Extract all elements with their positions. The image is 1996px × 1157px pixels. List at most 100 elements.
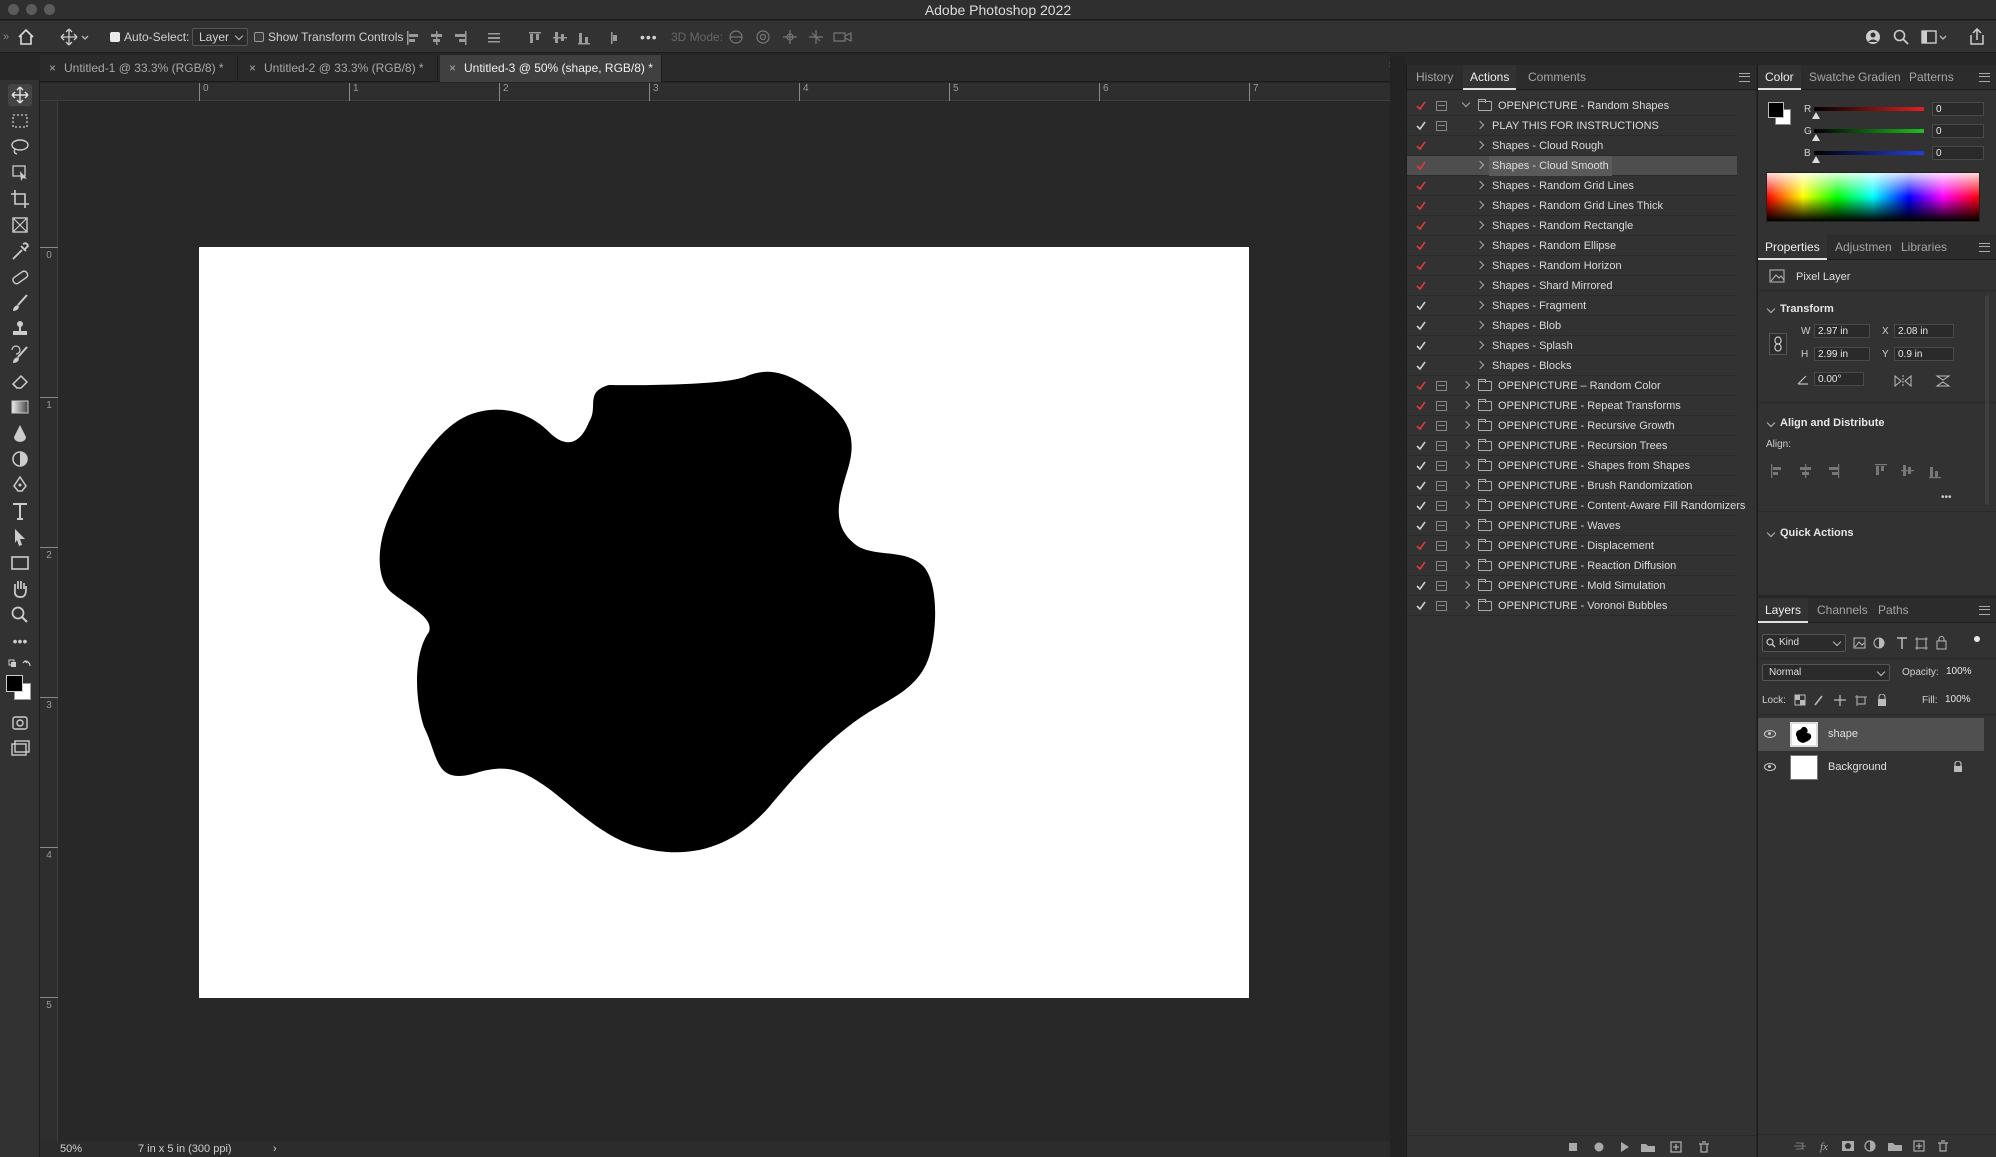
expand-chevron-icon[interactable]: [1475, 340, 1485, 350]
status-arrow[interactable]: ›: [273, 1141, 277, 1157]
rotation-angle-field[interactable]: 0.00°: [1814, 372, 1864, 386]
expand-chevron-icon[interactable]: [1475, 300, 1485, 310]
toggle-item-checkmark-icon[interactable]: [1415, 296, 1427, 316]
marquee-tool-icon[interactable]: [8, 110, 32, 132]
expand-chevron-icon[interactable]: [1461, 480, 1471, 490]
expand-chevron-icon[interactable]: [1475, 160, 1485, 170]
dialog-toggle-icon[interactable]: [1436, 541, 1447, 551]
search-icon[interactable]: [1893, 29, 1909, 45]
expand-chevron-icon[interactable]: [1475, 260, 1485, 270]
layer-row-shape[interactable]: shape: [1758, 718, 1984, 751]
workspace-icon[interactable]: [1921, 29, 1947, 45]
more-options-icon[interactable]: •••: [640, 21, 658, 53]
history-brush-tool-icon[interactable]: [8, 344, 32, 366]
expand-chevron-icon[interactable]: [1475, 280, 1485, 290]
dodge-tool-icon[interactable]: [8, 448, 32, 470]
toggle-item-checkmark-icon[interactable]: [1415, 356, 1427, 376]
type-tool-icon[interactable]: [8, 500, 32, 522]
dialog-toggle-icon[interactable]: [1436, 421, 1447, 431]
dialog-toggle-icon[interactable]: [1436, 461, 1447, 471]
screen-mode-icon[interactable]: [8, 738, 32, 760]
close-tab-icon[interactable]: ×: [49, 55, 56, 82]
slider-handle[interactable]: [1812, 134, 1820, 141]
close-tab-icon[interactable]: ×: [249, 55, 256, 82]
brush-tool-icon[interactable]: [8, 292, 32, 314]
close-window-button[interactable]: [8, 4, 19, 15]
expand-chevron-icon[interactable]: [1475, 120, 1485, 130]
toggle-item-checkmark-icon[interactable]: [1415, 156, 1427, 176]
action-row[interactable]: Shapes - Splash: [1407, 336, 1737, 356]
auto-select-target-dropdown[interactable]: Layer: [192, 28, 249, 46]
default-colors-icon[interactable]: [8, 658, 32, 674]
toggle-item-checkmark-icon[interactable]: [1415, 96, 1427, 116]
action-row[interactable]: Shapes - Random Grid Lines Thick: [1407, 196, 1737, 216]
action-row[interactable]: Shapes - Shard Mirrored: [1407, 276, 1737, 296]
color-spectrum[interactable]: [1766, 172, 1980, 222]
visibility-eye-icon[interactable]: [1764, 730, 1776, 738]
width-field[interactable]: 2.97 in: [1814, 324, 1870, 338]
toggle-item-checkmark-icon[interactable]: [1415, 396, 1427, 416]
toggle-item-checkmark-icon[interactable]: [1415, 316, 1427, 336]
tab-comments[interactable]: Comments: [1521, 65, 1593, 90]
toggle-item-checkmark-icon[interactable]: [1415, 536, 1427, 556]
action-set-row[interactable]: OPENPICTURE - Reaction Diffusion: [1407, 556, 1737, 576]
action-set-row[interactable]: OPENPICTURE - Brush Randomization: [1407, 476, 1737, 496]
channel-value-field[interactable]: 0: [1932, 146, 1984, 160]
action-row[interactable]: Shapes - Random Horizon: [1407, 256, 1737, 276]
toggle-item-checkmark-icon[interactable]: [1415, 176, 1427, 196]
tab-actions[interactable]: Actions: [1463, 65, 1517, 90]
tab-color[interactable]: Color: [1758, 65, 1801, 90]
action-row[interactable]: Shapes - Fragment: [1407, 296, 1737, 316]
panel-menu-icon[interactable]: [1979, 73, 1990, 82]
toggle-item-checkmark-icon[interactable]: [1415, 476, 1427, 496]
expand-chevron-icon[interactable]: [1461, 500, 1471, 510]
action-row[interactable]: Shapes - Blob: [1407, 316, 1737, 336]
channel-value-field[interactable]: 0: [1932, 102, 1984, 116]
toggle-item-checkmark-icon[interactable]: [1415, 276, 1427, 296]
toggle-item-checkmark-icon[interactable]: [1415, 116, 1427, 136]
expand-chevron-icon[interactable]: [1461, 440, 1471, 450]
document-info[interactable]: 7 in x 5 in (300 ppi): [138, 1141, 232, 1157]
layer-filter-icons[interactable]: [1853, 636, 1983, 650]
slider-handle[interactable]: [1812, 112, 1820, 119]
tab-channels[interactable]: Channels: [1810, 598, 1875, 623]
panel-menu-icon[interactable]: [1739, 73, 1750, 82]
tab-layers[interactable]: Layers: [1758, 598, 1809, 623]
expand-chevron-icon[interactable]: [1461, 460, 1471, 470]
layer-name[interactable]: Background: [1828, 761, 1887, 773]
layer-row-background[interactable]: Background: [1758, 751, 1984, 784]
dialog-toggle-icon[interactable]: [1436, 601, 1447, 611]
tab-gradients[interactable]: Gradien: [1851, 65, 1908, 90]
dialog-toggle-icon[interactable]: [1436, 521, 1447, 531]
rectangle-tool-icon[interactable]: [8, 552, 32, 574]
dialog-toggle-icon[interactable]: [1436, 381, 1447, 391]
action-set-row[interactable]: OPENPICTURE - Repeat Transforms: [1407, 396, 1737, 416]
dialog-toggle-icon[interactable]: [1436, 501, 1447, 511]
expand-chevron-icon[interactable]: [1461, 520, 1471, 530]
dialog-toggle-icon[interactable]: [1436, 121, 1447, 131]
action-set-row[interactable]: OPENPICTURE - Shapes from Shapes: [1407, 456, 1737, 476]
action-set-row[interactable]: OPENPICTURE - Displacement: [1407, 536, 1737, 556]
align-distribute-section-title[interactable]: Align and Distribute: [1780, 417, 1885, 429]
close-tab-icon[interactable]: ×: [449, 55, 456, 82]
visibility-eye-icon[interactable]: [1764, 763, 1776, 771]
blend-mode-dropdown[interactable]: Normal: [1762, 664, 1890, 681]
healing-brush-tool-icon[interactable]: [8, 266, 32, 288]
layer-filter-kind-dropdown[interactable]: Kind: [1762, 634, 1846, 652]
channel-slider[interactable]: [1814, 151, 1924, 155]
action-row[interactable]: Shapes - Random Rectangle: [1407, 216, 1737, 236]
expand-chevron-icon[interactable]: [1461, 420, 1471, 430]
dialog-toggle-icon[interactable]: [1436, 101, 1447, 111]
channel-slider[interactable]: [1814, 129, 1924, 133]
foreground-color-swatch[interactable]: [6, 675, 23, 692]
zoom-level[interactable]: 50%: [60, 1141, 82, 1157]
blob-shape[interactable]: [199, 247, 1249, 998]
action-row[interactable]: Shapes - Random Ellipse: [1407, 236, 1737, 256]
flip-buttons[interactable]: [1893, 374, 1953, 388]
tab-libraries[interactable]: Libraries: [1894, 235, 1954, 260]
dialog-toggle-icon[interactable]: [1436, 441, 1447, 451]
lasso-tool-icon[interactable]: [8, 136, 32, 158]
expand-chevron-icon[interactable]: [1461, 600, 1471, 610]
blur-tool-icon[interactable]: [8, 422, 32, 444]
toggle-item-checkmark-icon[interactable]: [1415, 516, 1427, 536]
